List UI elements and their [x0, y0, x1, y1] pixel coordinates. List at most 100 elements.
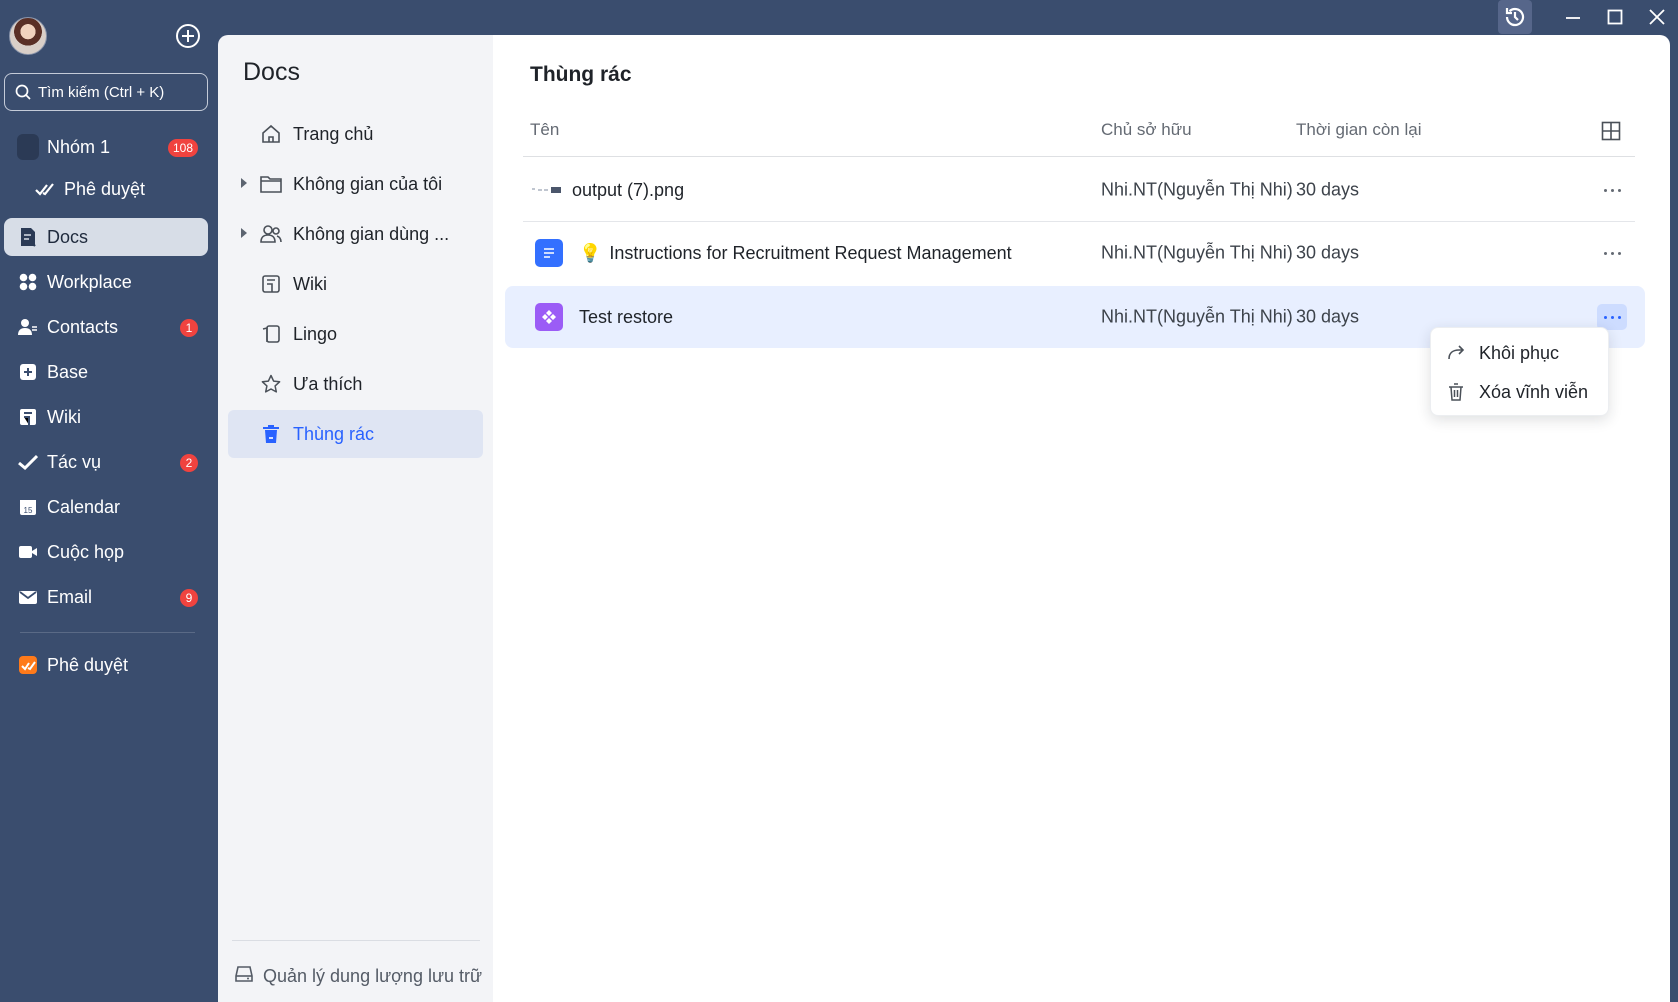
column-header-owner[interactable]: Chủ sở hữu — [1101, 120, 1192, 140]
star-icon — [259, 372, 283, 396]
menu-item-label: Khôi phục — [1479, 342, 1560, 363]
owner-cell: Nhi.NT(Nguyễn Thị Nhi) — [1101, 306, 1293, 327]
docs-item-label: Không gian của tôi — [293, 173, 443, 194]
docs-item-label: Ưa thích — [293, 373, 363, 394]
ellipsis-icon — [1603, 315, 1621, 319]
restore-icon — [1445, 345, 1467, 361]
unread-badge: 108 — [167, 139, 198, 157]
unread-badge: 9 — [180, 589, 198, 607]
main-content: Thùng rác Tên Chủ sở hữu Thời gian còn l… — [493, 35, 1670, 1002]
nav-item-workplace[interactable]: Workplace — [4, 263, 208, 301]
remaining-cell: 30 days — [1296, 306, 1360, 327]
docs-item-wiki[interactable]: Wiki — [228, 260, 483, 308]
user-avatar[interactable] — [9, 17, 47, 55]
docs-item-lingo[interactable]: Lingo — [228, 310, 483, 358]
docs-title: Docs — [243, 58, 300, 86]
search-icon — [15, 84, 31, 100]
owner-cell: Nhi.NT(Nguyễn Thị Nhi) — [1101, 179, 1293, 200]
more-options-button[interactable] — [1597, 240, 1627, 266]
history-icon[interactable] — [1498, 0, 1532, 34]
docs-item-my-space[interactable]: Không gian của tôi — [228, 160, 483, 208]
name-cell: Test restore — [535, 303, 673, 331]
close-icon[interactable] — [1636, 0, 1678, 34]
nav-item-label: Phê duyệt — [47, 654, 129, 675]
docs-item-trash[interactable]: Thùng rác — [228, 410, 483, 458]
storage-management-label: Quản lý dung lượng lưu trữ — [263, 966, 483, 986]
nav-divider — [20, 632, 195, 633]
docs-item-label: Trang chủ — [293, 123, 374, 144]
group-icon — [17, 134, 39, 160]
table-row[interactable]: output (7).png Nhi.NT(Nguyễn Thị Nhi) 30… — [505, 159, 1645, 221]
calendar-day-text: 15 — [24, 506, 33, 515]
search-input[interactable]: Tìm kiếm (Ctrl + K) — [4, 73, 208, 111]
trash-icon — [259, 422, 283, 446]
nav-item-label: Docs — [47, 226, 89, 247]
column-header-name[interactable]: Tên — [530, 120, 559, 140]
add-circle-icon[interactable] — [175, 23, 201, 49]
docs-item-home[interactable]: Trang chủ — [228, 110, 483, 158]
restore-menu-item[interactable]: Khôi phục — [1431, 334, 1608, 372]
lingo-icon — [259, 322, 283, 346]
delete-icon — [1445, 383, 1467, 401]
base-icon — [17, 361, 39, 383]
file-name: Instructions for Recruitment Request Man… — [609, 242, 1012, 263]
page-title: Thùng rác — [530, 63, 632, 86]
remaining-cell: 30 days — [1296, 179, 1360, 200]
nav-item-group[interactable]: Nhóm 1 108 — [4, 128, 208, 166]
nav-item-label: Contacts — [47, 316, 119, 337]
maximize-icon[interactable] — [1594, 0, 1636, 34]
nav-item-label: Wiki — [47, 406, 81, 427]
doc-file-icon — [535, 239, 563, 267]
table-row[interactable]: 💡 Instructions for Recruitment Request M… — [505, 222, 1645, 284]
docs-item-label: Wiki — [293, 273, 327, 294]
more-options-button[interactable] — [1597, 177, 1627, 203]
nav-item-label: Phê duyệt — [64, 178, 146, 199]
docs-item-label: Thùng rác — [293, 423, 375, 444]
nav-item-wiki[interactable]: Wiki — [4, 398, 208, 436]
ellipsis-icon — [1603, 188, 1621, 192]
nav-item-calendar[interactable]: 15 Calendar — [4, 488, 208, 526]
file-name: output (7).png — [572, 179, 685, 200]
delete-permanently-menu-item[interactable]: Xóa vĩnh viễn — [1431, 373, 1608, 411]
remaining-cell: 30 days — [1296, 242, 1360, 263]
docs-sidebar: Docs Trang chủ Không gian của tôi Không … — [218, 35, 493, 1002]
base-file-icon — [535, 303, 563, 331]
workplace-icon — [17, 271, 39, 293]
tasks-icon — [17, 451, 39, 473]
unread-badge: 1 — [180, 319, 198, 337]
image-thumbnail-icon — [530, 176, 564, 204]
unread-badge: 2 — [180, 454, 198, 472]
wiki-icon — [17, 406, 39, 428]
nav-item-contacts[interactable]: Contacts 1 — [4, 308, 208, 346]
nav-item-meeting[interactable]: Cuộc họp — [4, 533, 208, 571]
storage-management-link[interactable]: Quản lý dung lượng lưu trữ — [235, 965, 482, 988]
docs-footer-divider — [232, 940, 480, 941]
nav-item-docs[interactable]: Docs — [4, 218, 208, 256]
docs-item-favorites[interactable]: Ưa thích — [228, 360, 483, 408]
grid-view-icon[interactable] — [1601, 121, 1621, 146]
nav-item-base[interactable]: Base — [4, 353, 208, 391]
nav-item-label: Nhóm 1 — [47, 136, 111, 157]
docs-item-shared-space[interactable]: Không gian dùng ... — [228, 210, 483, 258]
nav-item-email[interactable]: Email 9 — [4, 578, 208, 616]
expand-caret-icon[interactable] — [241, 228, 247, 238]
meeting-icon — [17, 541, 39, 563]
nav-item-approval-sub[interactable]: Phê duyệt — [4, 170, 208, 208]
name-cell: 💡 Instructions for Recruitment Request M… — [535, 239, 1012, 267]
nav-item-label: Cuộc họp — [47, 541, 125, 562]
expand-caret-icon[interactable] — [241, 178, 247, 188]
contacts-icon — [17, 316, 39, 338]
menu-item-label: Xóa vĩnh viễn — [1479, 381, 1589, 402]
nav-item-label: Base — [47, 361, 89, 382]
folder-icon — [259, 172, 283, 196]
nav-item-approval-app[interactable]: Phê duyệt — [4, 646, 208, 684]
nav-item-tasks[interactable]: Tác vụ 2 — [4, 443, 208, 481]
minimize-icon[interactable] — [1552, 0, 1594, 34]
context-menu: Khôi phục Xóa vĩnh viễn — [1430, 327, 1609, 416]
name-cell: output (7).png — [530, 176, 684, 204]
owner-cell: Nhi.NT(Nguyễn Thị Nhi) — [1101, 242, 1293, 263]
lightbulb-emoji: 💡 — [579, 242, 602, 263]
calendar-icon: 15 — [17, 496, 39, 518]
ellipsis-icon — [1603, 251, 1621, 255]
column-header-remaining[interactable]: Thời gian còn lại — [1296, 120, 1422, 140]
